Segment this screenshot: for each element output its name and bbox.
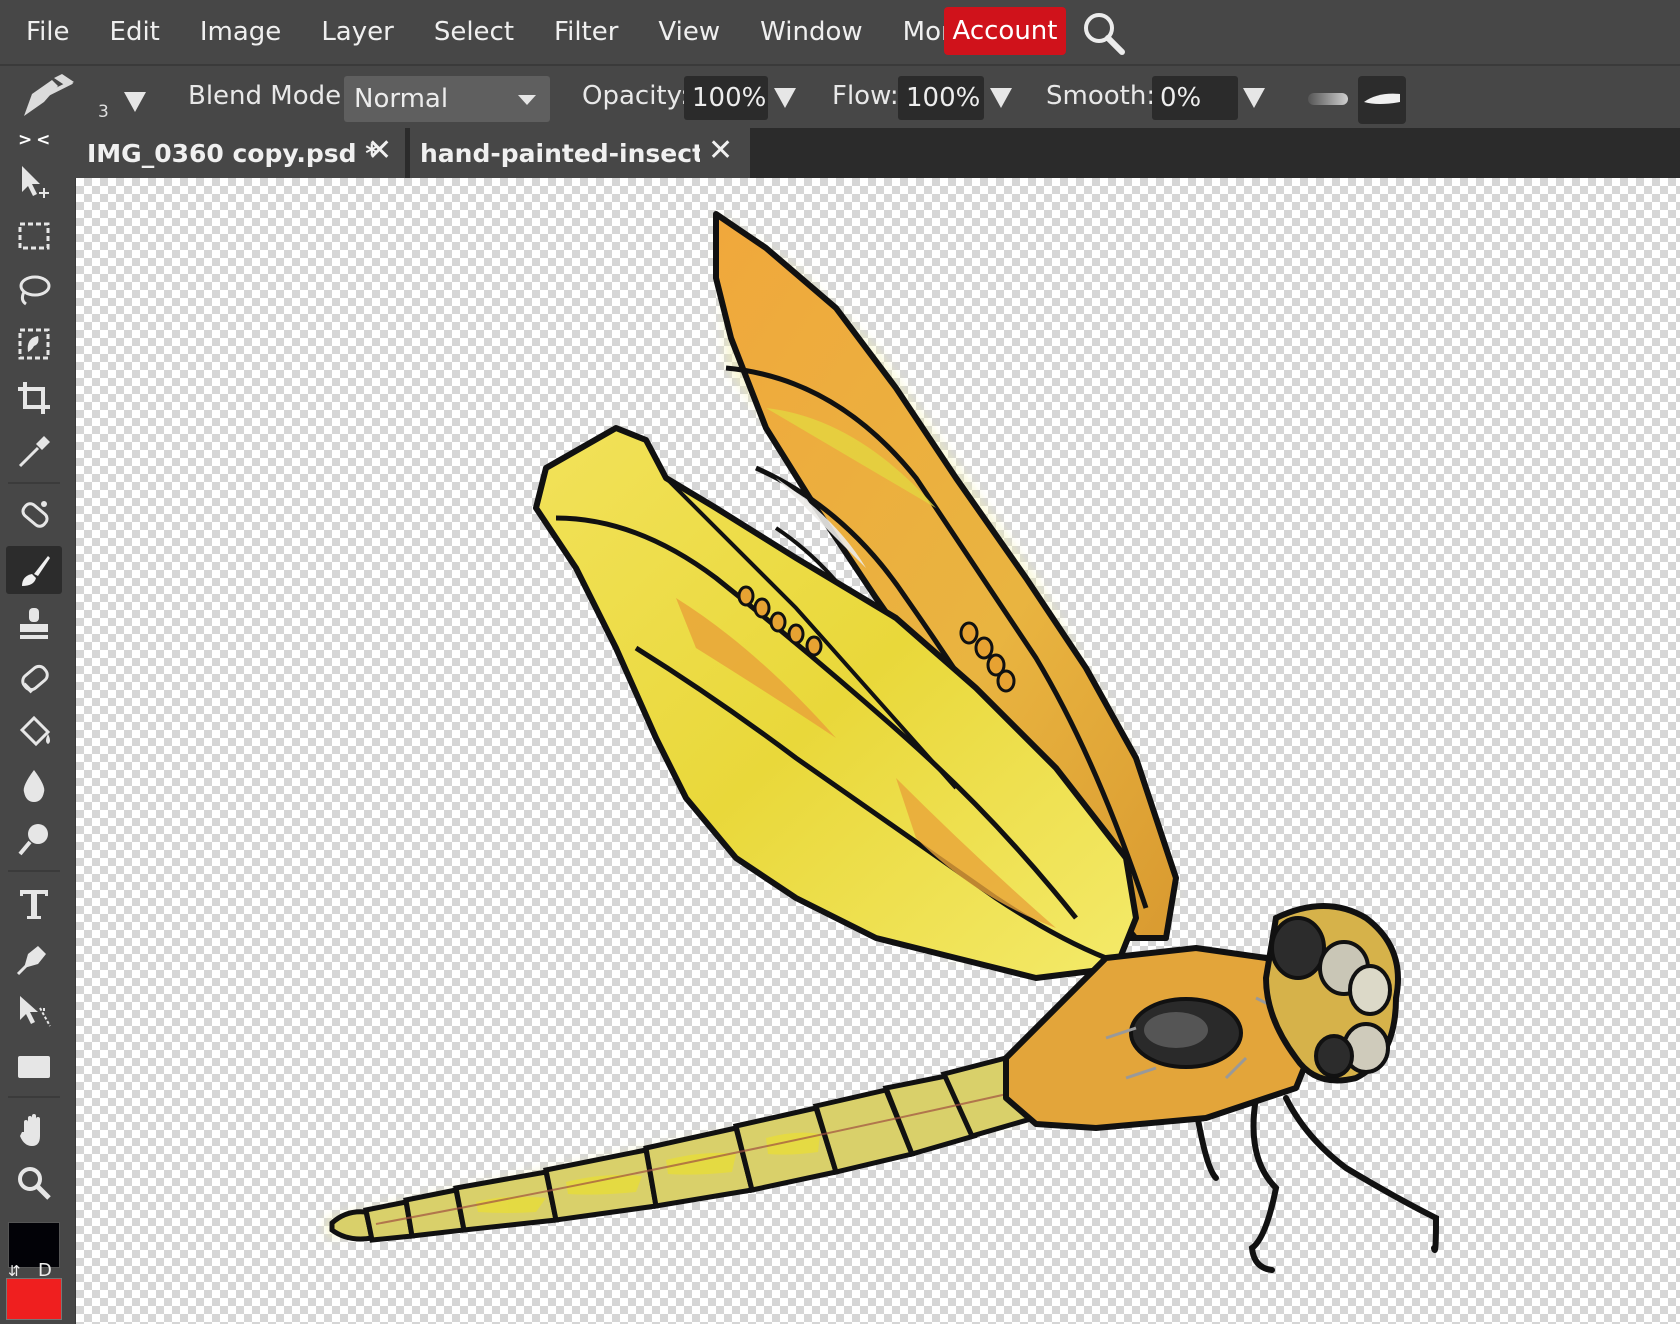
brush-preset-dropdown-icon[interactable] [124, 92, 146, 112]
background-color-swatch[interactable] [6, 1278, 62, 1320]
rect-select-tool-icon[interactable] [6, 212, 62, 260]
smooth-input[interactable]: 0% [1152, 76, 1238, 120]
document-tabs: IMG_0360 copy.psd * ✕ hand-painted-insec… [75, 128, 1680, 178]
blend-mode-label: Blend Mode: [188, 81, 350, 111]
flow-input[interactable]: 100% [898, 76, 984, 120]
flow-slider-toggle-icon[interactable] [990, 88, 1012, 108]
healing-brush-tool-icon[interactable] [6, 492, 62, 540]
tab-title: hand-painted-insects [420, 138, 700, 168]
move-tool-icon[interactable] [6, 158, 62, 206]
clone-stamp-tool-icon[interactable] [6, 600, 62, 648]
quick-select-tool-icon[interactable] [6, 320, 62, 368]
blend-mode-value: Normal [354, 84, 449, 114]
shape-tool-icon[interactable] [6, 1042, 62, 1090]
tab-title: IMG_0360 copy.psd * [87, 138, 379, 168]
pen-tool-icon[interactable] [6, 934, 62, 982]
eyedropper-tool-icon[interactable] [6, 428, 62, 476]
menu-list: File Edit Image Layer Select Filter View… [0, 0, 987, 64]
smooth-slider-toggle-icon[interactable] [1243, 88, 1265, 108]
menu-image[interactable]: Image [180, 2, 301, 62]
menu-select[interactable]: Select [414, 2, 534, 62]
dodge-tool-icon[interactable] [6, 816, 62, 864]
lasso-tool-icon[interactable] [6, 266, 62, 314]
hand-tool-icon[interactable] [6, 1106, 62, 1154]
menu-window[interactable]: Window [740, 2, 883, 62]
close-icon[interactable]: ✕ [367, 133, 392, 168]
menu-file[interactable]: File [6, 2, 90, 62]
opacity-label: Opacity: [582, 81, 689, 111]
menu-layer[interactable]: Layer [301, 2, 414, 62]
menu-view[interactable]: View [638, 2, 740, 62]
path-select-tool-icon[interactable] [6, 988, 62, 1036]
menu-filter[interactable]: Filter [534, 2, 638, 62]
zoom-tool-icon[interactable] [6, 1160, 62, 1208]
panel-collapse-toggle[interactable]: > < [18, 130, 50, 150]
paint-bucket-tool-icon[interactable] [6, 708, 62, 756]
smooth-label: Smooth: [1046, 81, 1156, 111]
blur-tool-icon[interactable] [6, 762, 62, 810]
opacity-input[interactable]: 100% [684, 76, 768, 120]
brush-size-value: 3 [98, 102, 109, 122]
type-tool-icon[interactable] [6, 880, 62, 928]
document-canvas[interactable] [76, 178, 1680, 1324]
pressure-opacity-icon[interactable] [1358, 76, 1406, 124]
close-icon[interactable]: ✕ [708, 133, 733, 168]
blend-mode-select[interactable]: Normal [344, 76, 550, 122]
toolbar-divider [8, 1096, 60, 1098]
pressure-size-icon[interactable] [1302, 78, 1354, 122]
chevron-down-icon [518, 95, 536, 105]
toolbar-divider [8, 482, 60, 484]
crop-tool-icon[interactable] [6, 374, 62, 422]
tab-img-0360[interactable]: IMG_0360 copy.psd * ✕ [75, 128, 405, 178]
tab-hand-painted-insects[interactable]: hand-painted-insects ✕ [410, 128, 750, 178]
search-icon[interactable] [1080, 10, 1128, 56]
menu-edit[interactable]: Edit [90, 2, 180, 62]
tool-options-bar: 3 Blend Mode: Normal Opacity: 100% Flow:… [0, 66, 1680, 128]
brush-preset-icon[interactable] [18, 72, 78, 122]
flow-label: Flow: [832, 81, 899, 111]
brush-tool-icon[interactable] [6, 546, 62, 594]
opacity-slider-toggle-icon[interactable] [774, 88, 796, 108]
account-button[interactable]: Account [944, 7, 1066, 55]
tools-panel: > < [0, 128, 76, 1324]
dragonfly-artwork [326, 211, 1440, 1273]
menu-bar: File Edit Image Layer Select Filter View… [0, 0, 1680, 66]
eraser-tool-icon[interactable] [6, 654, 62, 702]
toolbar-divider [8, 870, 60, 872]
